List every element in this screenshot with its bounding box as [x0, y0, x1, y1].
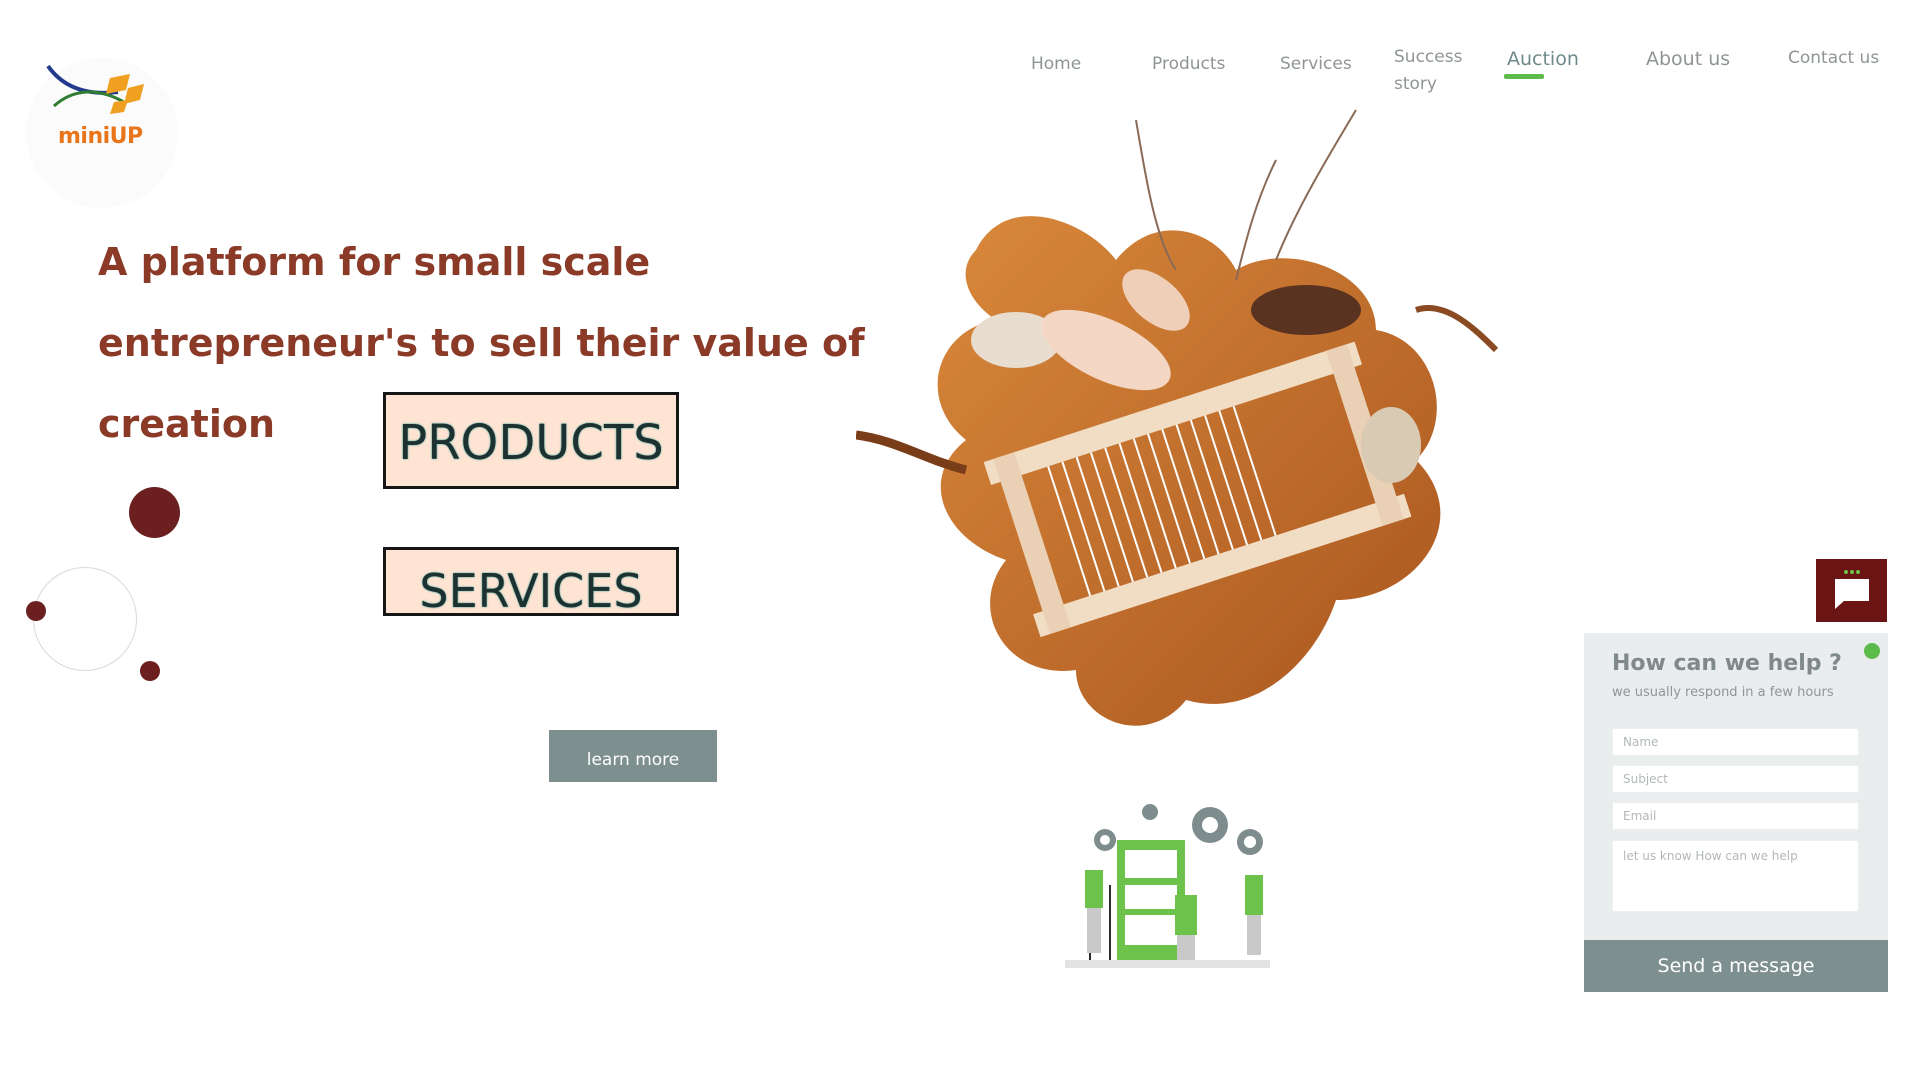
nav-home[interactable]: Home [1031, 51, 1081, 78]
nav-about-us[interactable]: About us [1646, 46, 1730, 73]
nav-products[interactable]: Products [1152, 51, 1225, 78]
decor-dot-small [26, 601, 46, 621]
email-field[interactable] [1612, 802, 1859, 830]
chat-title: How can we help ? [1612, 651, 1842, 676]
chat-launcher-button[interactable] [1816, 559, 1887, 622]
send-message-button[interactable]: Send a message [1584, 940, 1888, 992]
nav-services[interactable]: Services [1280, 51, 1352, 78]
products-button[interactable]: PRODUCTS [383, 392, 679, 489]
nav-active-indicator [1504, 74, 1544, 79]
learn-more-button[interactable]: learn more [549, 730, 717, 782]
nav-contact-us[interactable]: Contact us [1788, 45, 1879, 72]
decor-dot-large [129, 487, 180, 538]
chat-panel: How can we help ? we usually respond in … [1584, 633, 1888, 992]
services-button[interactable]: SERVICES [383, 547, 679, 618]
weaving-loom-image [856, 109, 1499, 726]
nav-success-story[interactable]: Success story [1394, 44, 1464, 98]
message-field[interactable] [1612, 840, 1859, 912]
subject-field[interactable] [1612, 765, 1859, 793]
team-illustration [1065, 804, 1270, 968]
logo-text: miniUP [58, 124, 143, 149]
name-field[interactable] [1612, 728, 1859, 756]
decor-ring [33, 567, 137, 671]
decor-dot-small-2 [140, 661, 160, 681]
logo-mark-icon [46, 64, 144, 114]
logo[interactable]: miniUP [26, 58, 178, 208]
chat-subtitle: we usually respond in a few hours [1612, 685, 1834, 700]
chat-bubble-icon [1835, 570, 1869, 609]
nav-auction[interactable]: Auction [1507, 46, 1579, 73]
close-icon[interactable] [1864, 643, 1880, 659]
